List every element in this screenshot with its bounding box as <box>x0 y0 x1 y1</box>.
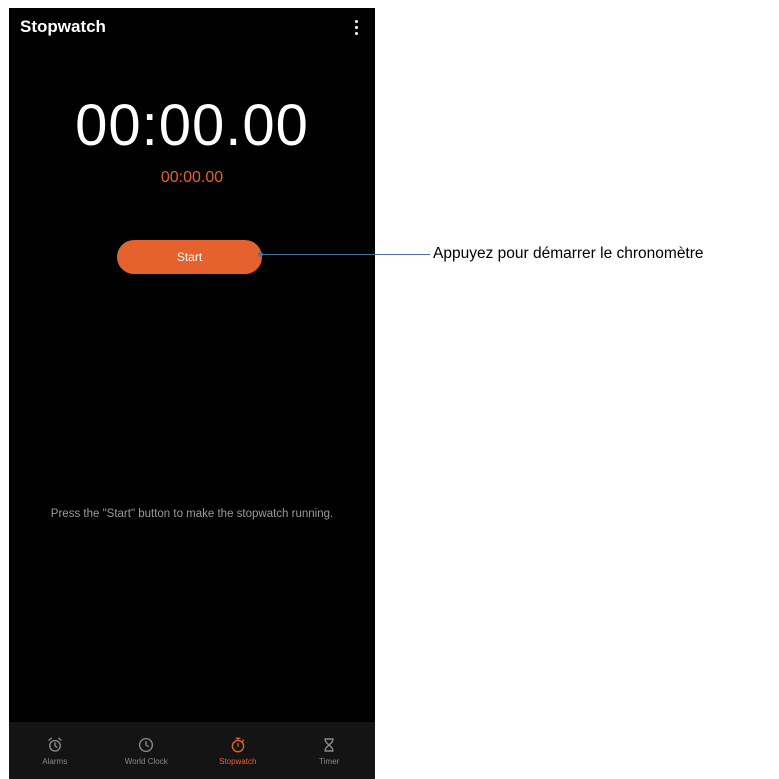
nav-label-stopwatch: Stopwatch <box>219 756 257 766</box>
alarm-clock-icon <box>48 737 62 752</box>
nav-item-world-clock[interactable]: World Clock <box>101 722 193 779</box>
nav-label-world-clock: World Clock <box>124 756 168 766</box>
app-title: Stopwatch <box>20 17 106 36</box>
nav-item-timer[interactable]: Timer <box>284 722 376 779</box>
lap-time-display: 00:00.00 <box>160 169 224 186</box>
stopwatch-icon <box>231 737 245 752</box>
more-options-button[interactable] <box>351 17 361 37</box>
more-vert-icon <box>354 19 358 23</box>
hint-text: Press the "Start" button to make the sto… <box>50 508 334 520</box>
hourglass-icon <box>324 737 334 752</box>
bottom-navigation: Alarms World Clock Stopwatch Timer <box>9 722 375 779</box>
callout-text: Appuyez pour démarrer le chronomètre <box>433 245 704 262</box>
nav-label-alarms: Alarms <box>42 756 68 766</box>
start-button[interactable]: Start <box>117 240 262 274</box>
phone-screen: Stopwatch 00:00.00 00:00.00 Start Press … <box>9 8 375 779</box>
nav-item-stopwatch[interactable]: Stopwatch <box>192 722 284 779</box>
elapsed-time-display: 00:00.00 <box>75 93 309 158</box>
callout-leader-line <box>260 254 430 255</box>
clock-icon <box>139 737 154 752</box>
nav-label-timer: Timer <box>319 756 340 766</box>
nav-item-alarms[interactable]: Alarms <box>9 722 101 779</box>
